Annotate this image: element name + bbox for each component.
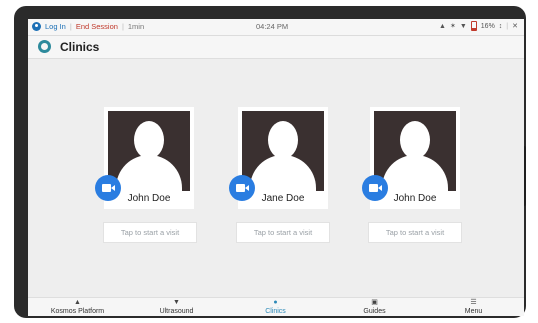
- video-call-button[interactable]: [362, 175, 388, 201]
- settings-shortcut-icon[interactable]: ✕: [512, 22, 518, 30]
- battery-percent: 16%: [480, 22, 495, 30]
- clock: 04:24 PM: [256, 22, 289, 31]
- separator: |: [121, 22, 124, 31]
- nav-label: Ultrasound: [159, 308, 194, 315]
- usb-icon: ↕: [498, 22, 503, 30]
- guides-icon: ▣: [371, 299, 378, 306]
- clinics-icon: [38, 40, 51, 53]
- user-icon: [32, 22, 41, 31]
- home-icon: ▲: [74, 299, 81, 306]
- avatar-placeholder-icon: [242, 111, 324, 191]
- battery-icon: [470, 21, 477, 31]
- menu-icon: ☰: [470, 299, 477, 306]
- clinics-icon: ●: [273, 299, 278, 306]
- avatar-placeholder-icon: [374, 111, 456, 191]
- nav-item-menu[interactable]: ☰ Menu: [424, 298, 523, 316]
- notification-icon: ▲: [439, 22, 446, 30]
- video-call-button[interactable]: [229, 175, 255, 201]
- wifi-icon: ▼: [459, 22, 467, 30]
- bluetooth-icon: ✶: [449, 23, 456, 30]
- nav-label: Guides: [363, 308, 386, 315]
- nav-item-guides[interactable]: ▣ Guides: [325, 298, 424, 316]
- video-camera-icon: [369, 184, 382, 192]
- session-duration: 1min: [127, 22, 145, 31]
- nav-item-ultrasound[interactable]: ▼ Ultrasound: [127, 298, 226, 316]
- video-camera-icon: [102, 184, 115, 192]
- separator: |: [506, 22, 509, 30]
- page-title: Clinics: [60, 40, 100, 54]
- nav-label: Kosmos Platform: [50, 308, 105, 315]
- start-visit-button[interactable]: Tap to start a visit: [368, 222, 462, 243]
- probe-icon: ▼: [173, 299, 180, 306]
- end-session-link[interactable]: End Session: [76, 22, 118, 31]
- start-visit-button[interactable]: Tap to start a visit: [103, 222, 197, 243]
- status-bar: Log In | End Session | 1min 04:24 PM ▲ ✶…: [28, 19, 524, 36]
- video-camera-icon: [236, 184, 249, 192]
- bottom-nav: ▲ Kosmos Platform ▼ Ultrasound ● Clinics…: [28, 297, 524, 316]
- video-call-button[interactable]: [95, 175, 121, 201]
- screen: Log In | End Session | 1min 04:24 PM ▲ ✶…: [28, 19, 524, 316]
- start-visit-button[interactable]: Tap to start a visit: [236, 222, 330, 243]
- nav-item-kosmos-platform[interactable]: ▲ Kosmos Platform: [28, 298, 127, 316]
- separator: |: [69, 22, 72, 31]
- nav-label: Clinics: [265, 308, 286, 315]
- avatar-placeholder-icon: [108, 111, 190, 191]
- page-header: Clinics: [28, 36, 524, 59]
- login-link[interactable]: Log In: [45, 22, 66, 31]
- nav-label: Menu: [464, 308, 483, 315]
- nav-item-clinics[interactable]: ● Clinics: [226, 298, 325, 316]
